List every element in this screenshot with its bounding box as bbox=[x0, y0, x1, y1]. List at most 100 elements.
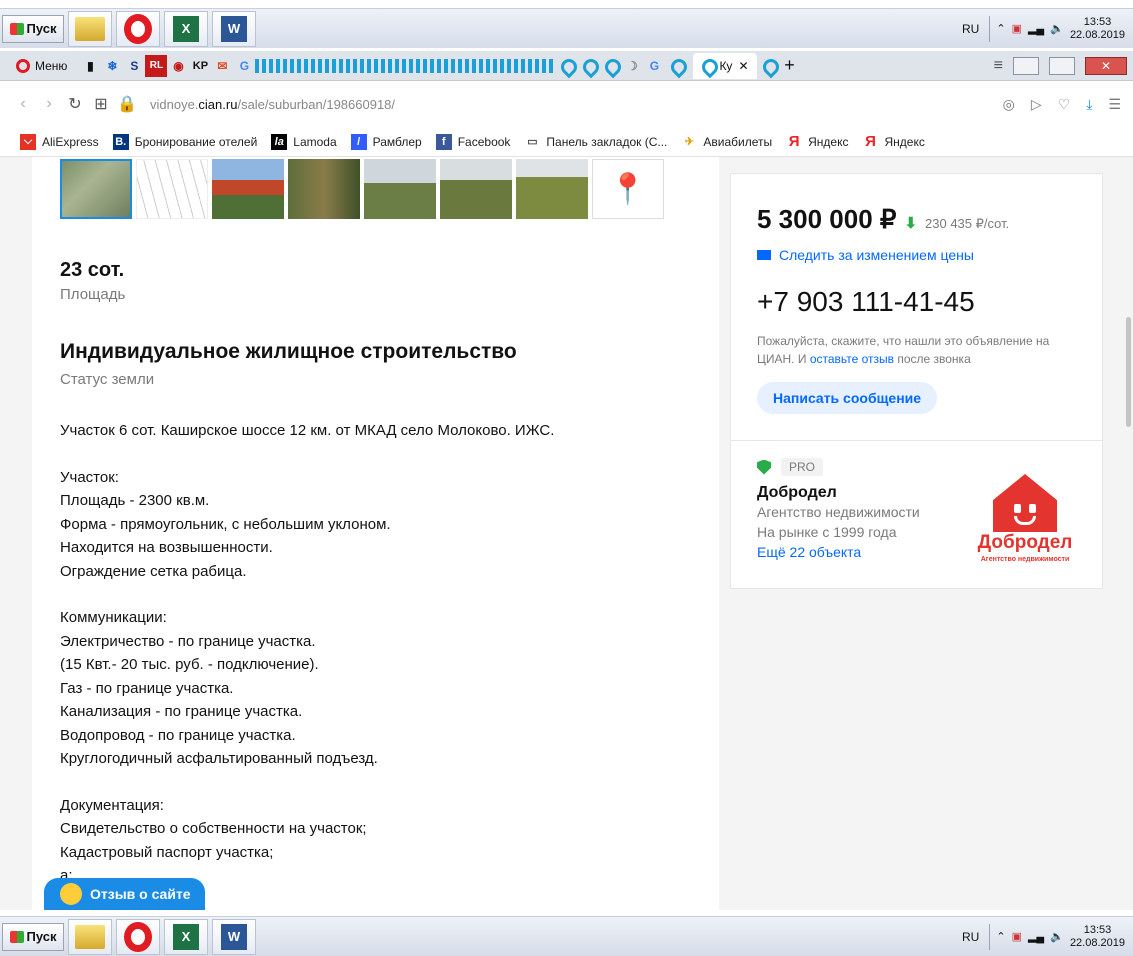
reload-icon[interactable]: ↻ bbox=[62, 94, 88, 114]
tab-icon-pin-3[interactable] bbox=[599, 55, 621, 77]
tab-icon-pin-5[interactable] bbox=[757, 55, 779, 77]
speed-dial-icon[interactable]: ⊞ bbox=[88, 94, 114, 114]
signal-icon[interactable]: ▂▄ bbox=[1028, 22, 1044, 35]
agent-name[interactable]: Добродел bbox=[757, 484, 920, 502]
bookmarks-bar: ⌵ AliExpress B. Бронирование отелей la Lamo… bbox=[0, 127, 1133, 157]
url-path: /sale/suburban/198660918/ bbox=[237, 96, 396, 112]
description-line: Находится на возвышенности. bbox=[60, 539, 273, 556]
start-button-bottom[interactable]: Пуск bbox=[2, 922, 64, 951]
opera-icon bbox=[124, 921, 152, 952]
tab-icon-pin-1[interactable] bbox=[555, 55, 577, 77]
offer-sidebar: 5 300 000 ₽ ⬇ 230 435 ₽/сот. Следить за … bbox=[730, 173, 1103, 589]
phone-number[interactable]: +7 903 111-41-45 bbox=[757, 286, 975, 318]
tab-icon-moon[interactable]: ☽ bbox=[621, 55, 643, 77]
bookmark-label: Яндекс bbox=[808, 134, 849, 149]
url-prefix: vidnoye. bbox=[150, 96, 199, 112]
agent-objects-link[interactable]: Ещё 22 объекта bbox=[757, 542, 920, 562]
folder-taskbar-button[interactable] bbox=[68, 10, 112, 47]
agency-logo[interactable]: Добродел Агентство недвижимости bbox=[966, 474, 1084, 584]
bookmark-lamoda[interactable]: la Lamoda bbox=[271, 133, 337, 150]
tab-active[interactable]: Ку ✕ bbox=[693, 52, 757, 79]
bookmark-aliexpress[interactable]: ⌵ AliExpress bbox=[20, 133, 99, 150]
photo-thumb-plan[interactable] bbox=[136, 159, 208, 219]
photo-thumb-satellite[interactable] bbox=[60, 159, 132, 219]
opera-menu-button[interactable]: Меню bbox=[0, 58, 79, 73]
tab-menu-icon[interactable]: ≡ bbox=[994, 57, 1003, 75]
language-indicator[interactable]: RU bbox=[958, 22, 983, 36]
bookmark-aviabilety[interactable]: ✈ Авиабилеты bbox=[681, 134, 772, 150]
volume-icon[interactable]: 🔈 bbox=[1050, 22, 1064, 35]
tab-icon-eye[interactable]: ◉ bbox=[167, 55, 189, 77]
bookmark-label: Facebook bbox=[457, 134, 511, 149]
word-taskbar-button[interactable]: W bbox=[212, 10, 256, 47]
tab-icon-kp[interactable]: KP bbox=[189, 55, 211, 77]
tab-icon-mail[interactable]: ✉ bbox=[211, 55, 233, 77]
photo-thumb-post[interactable] bbox=[288, 159, 360, 219]
tab-icon-s[interactable]: S bbox=[123, 55, 145, 77]
url-field[interactable]: vidnoye.cian.ru/sale/suburban/198660918/ bbox=[150, 97, 395, 112]
tab-icon-pin-4[interactable] bbox=[665, 55, 687, 77]
bookmark-facebook[interactable]: f Facebook bbox=[435, 133, 511, 150]
lock-icon[interactable]: 🔒 bbox=[114, 94, 140, 114]
signal-icon[interactable]: ▂▄ bbox=[1028, 930, 1044, 943]
bookmark-booking[interactable]: B. Бронирование отелей bbox=[112, 133, 257, 150]
bookmark-yandex-2[interactable]: Я Яндекс bbox=[862, 133, 925, 150]
tab-icon-rl[interactable]: RL bbox=[145, 54, 168, 77]
minimize-icon[interactable] bbox=[1013, 56, 1039, 75]
photo-thumb-field-2[interactable] bbox=[440, 159, 512, 219]
tab-icon-pin-2[interactable] bbox=[577, 55, 599, 77]
tab-icon-doc[interactable]: ▮ bbox=[79, 55, 101, 77]
clock[interactable]: 13:53 22.08.2019 bbox=[1070, 924, 1125, 950]
tab-icon-snowflake[interactable]: ❄ bbox=[101, 55, 123, 77]
settings-sliders-icon[interactable]: ☰ bbox=[1108, 96, 1121, 113]
map-pin-icon: 📍 bbox=[609, 172, 647, 206]
tray-arrow-icon[interactable]: ⌃ bbox=[996, 22, 1005, 35]
tab-icon-google[interactable]: G bbox=[233, 55, 255, 77]
write-message-button[interactable]: Написать сообщение bbox=[757, 382, 938, 414]
photo-thumb-field-1[interactable] bbox=[364, 159, 436, 219]
new-tab-icon[interactable]: + bbox=[779, 55, 801, 77]
map-pin-icon bbox=[604, 59, 616, 73]
bookmark-yandex-1[interactable]: Я Яндекс bbox=[786, 133, 849, 150]
start-button[interactable]: Пуск bbox=[2, 14, 64, 43]
excel-icon: X bbox=[173, 923, 199, 950]
heart-icon[interactable]: ♡ bbox=[1058, 96, 1071, 113]
network-icon[interactable]: ▣ bbox=[1012, 22, 1022, 35]
site-feedback-button[interactable]: Отзыв о сайте bbox=[44, 878, 205, 910]
logo-eye-left bbox=[1014, 504, 1021, 513]
tab-icon-google-2[interactable]: G bbox=[643, 55, 665, 77]
follow-price-link[interactable]: Следить за изменением цены bbox=[757, 247, 974, 263]
word-taskbar-button[interactable]: W bbox=[212, 918, 256, 955]
send-icon[interactable]: ▷ bbox=[1031, 96, 1042, 113]
photo-thumb-field-3[interactable] bbox=[516, 159, 588, 219]
close-window-icon[interactable]: ✕ bbox=[1085, 56, 1127, 75]
clock[interactable]: 13:53 22.08.2019 bbox=[1070, 16, 1125, 42]
maximize-icon[interactable] bbox=[1049, 56, 1075, 75]
forward-icon[interactable]: › bbox=[36, 95, 62, 113]
opera-taskbar-button[interactable] bbox=[116, 10, 160, 47]
opera-taskbar-button[interactable] bbox=[116, 918, 160, 955]
address-actions: ◎ ▷ ♡ ⤓ ☰ bbox=[1003, 96, 1133, 113]
language-indicator[interactable]: RU bbox=[958, 930, 983, 944]
tab-strip-dots[interactable] bbox=[255, 58, 556, 73]
back-icon[interactable]: ‹ bbox=[10, 95, 36, 113]
excel-taskbar-button[interactable]: X bbox=[164, 10, 208, 47]
description-line: Документация: bbox=[60, 796, 164, 814]
leave-review-link[interactable]: оставьте отзыв bbox=[810, 352, 894, 366]
aliexpress-icon: ⌵ bbox=[20, 133, 36, 150]
volume-icon[interactable]: 🔈 bbox=[1050, 930, 1064, 943]
download-icon[interactable]: ⤓ bbox=[1086, 96, 1092, 113]
word-icon: W bbox=[221, 923, 247, 950]
bookmark-folder[interactable]: ▭ Панель закладок (С... bbox=[524, 134, 667, 150]
network-icon[interactable]: ▣ bbox=[1012, 930, 1022, 943]
page-scrollbar[interactable] bbox=[1123, 157, 1133, 910]
close-tab-icon[interactable]: ✕ bbox=[738, 59, 748, 73]
photo-thumb-house[interactable] bbox=[212, 159, 284, 219]
folder-taskbar-button[interactable] bbox=[68, 918, 112, 955]
bookmark-rambler[interactable]: / Рамблер bbox=[350, 133, 422, 150]
camera-icon[interactable]: ◎ bbox=[1003, 96, 1015, 113]
map-thumbnail[interactable]: 📍 bbox=[592, 159, 664, 219]
excel-taskbar-button[interactable]: X bbox=[164, 918, 208, 955]
tray-arrow-icon[interactable]: ⌃ bbox=[996, 930, 1005, 943]
scroll-thumb[interactable] bbox=[1126, 317, 1131, 427]
